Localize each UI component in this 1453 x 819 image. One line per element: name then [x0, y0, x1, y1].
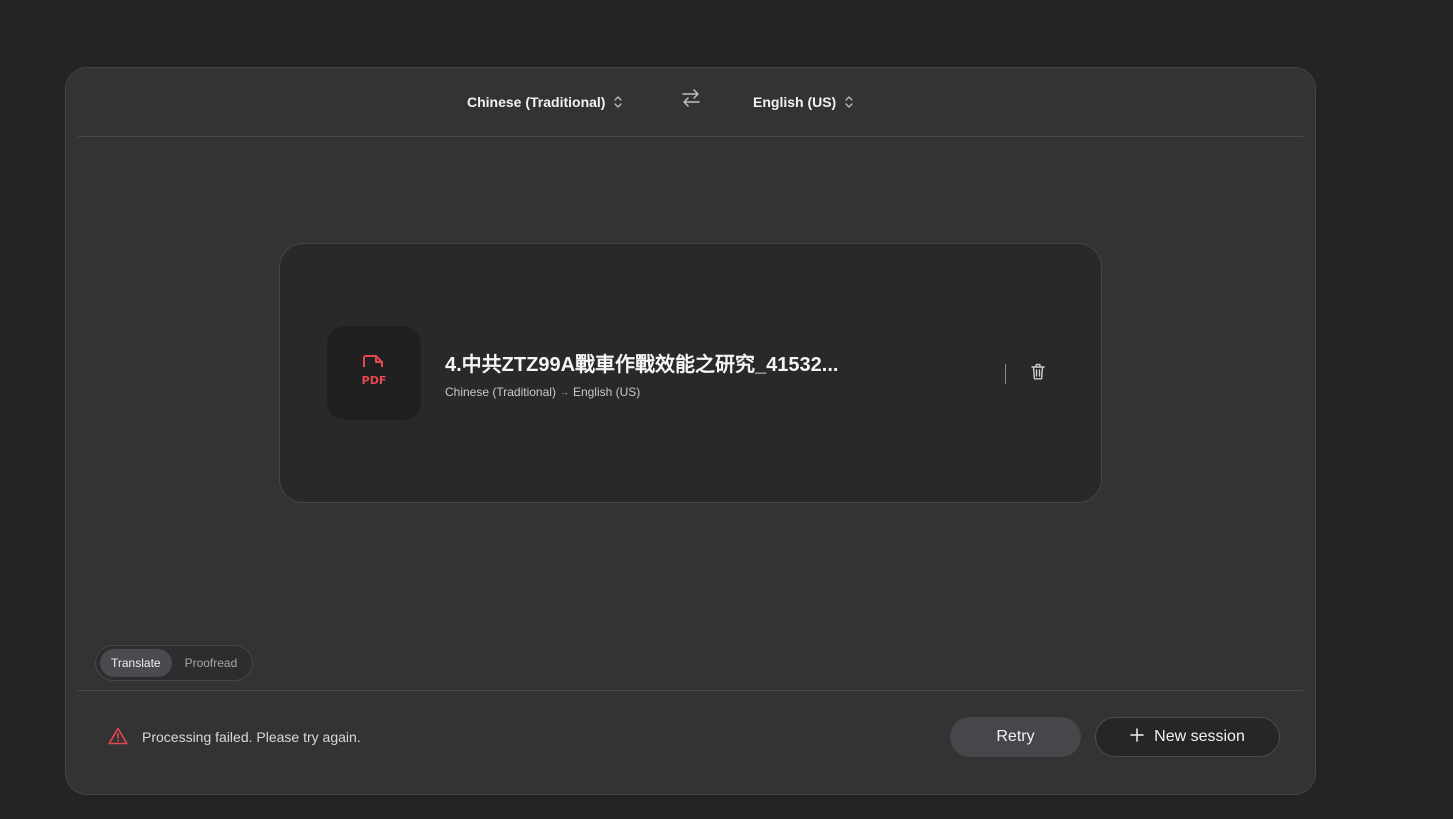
warning-triangle-icon	[108, 727, 128, 748]
status-message: Processing failed. Please try again.	[142, 729, 361, 745]
source-language-select[interactable]: Chinese (Traditional)	[467, 90, 623, 114]
target-language-label: English (US)	[753, 94, 837, 110]
chevron-up-down-icon	[613, 95, 623, 109]
mode-toggle: Translate Proofread	[95, 645, 254, 681]
pdf-file-icon: PDF	[359, 354, 389, 393]
file-target-language: English (US)	[572, 385, 641, 399]
new-session-label: New session	[1154, 728, 1245, 745]
source-language-label: Chinese (Traditional)	[467, 94, 606, 110]
arrow-right-icon: →	[559, 387, 569, 397]
error-status: Processing failed. Please try again.	[108, 725, 361, 749]
file-thumbnail: PDF	[327, 326, 421, 420]
trash-icon	[1030, 363, 1046, 385]
footer-divider	[78, 690, 1303, 691]
file-name: 4.中共ZTZ99A戰車作戰效能之研究_41532...	[445, 354, 839, 376]
plus-icon	[1130, 727, 1144, 747]
translate-mode-tab[interactable]: Translate	[100, 649, 172, 677]
retry-button[interactable]: Retry	[950, 717, 1081, 757]
language-bar: Chinese (Traditional) English (US)	[78, 68, 1303, 137]
file-source-language: Chinese (Traditional)	[445, 385, 556, 399]
pdf-badge-text: PDF	[362, 374, 387, 387]
delete-file-button[interactable]	[1027, 363, 1049, 385]
translation-panel: Chinese (Traditional) English (US) PDF 4…	[65, 67, 1316, 795]
swap-languages-button[interactable]	[679, 88, 703, 112]
proofread-mode-tab[interactable]: Proofread	[174, 649, 249, 677]
swap-arrows-icon	[680, 87, 702, 114]
retry-button-label: Retry	[996, 728, 1035, 745]
file-language-pair: Chinese (Traditional) → English (US)	[445, 385, 640, 399]
file-card: PDF 4.中共ZTZ99A戰車作戰效能之研究_41532... Chinese…	[279, 243, 1102, 503]
vertical-divider	[1005, 364, 1006, 384]
new-session-button[interactable]: New session	[1095, 717, 1280, 757]
chevron-up-down-icon	[844, 95, 854, 109]
target-language-select[interactable]: English (US)	[753, 90, 854, 114]
